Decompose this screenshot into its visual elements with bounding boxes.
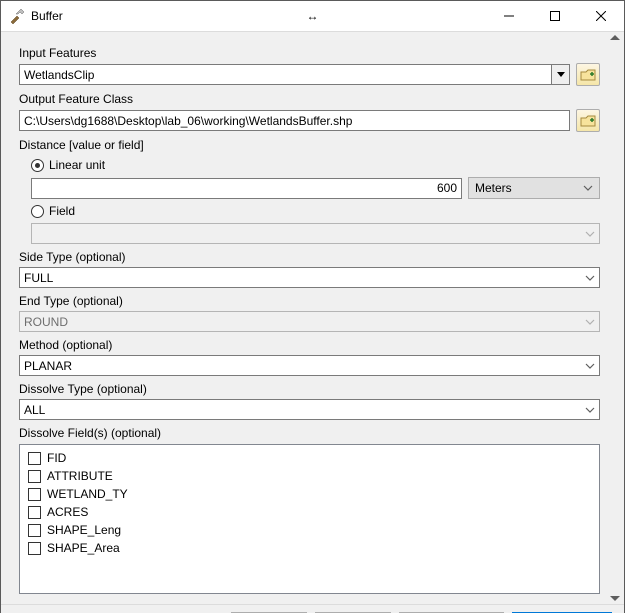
caption-buttons xyxy=(486,1,624,31)
field-row[interactable]: WETLAND_TY xyxy=(28,487,591,501)
input-features-value: WetlandsClip xyxy=(24,68,94,82)
radio-linear-label: Linear unit xyxy=(49,158,105,172)
field-row[interactable]: SHAPE_Leng xyxy=(28,523,591,537)
resize-indicator-icon: ↔ xyxy=(307,9,319,23)
folder-open-plus-icon xyxy=(580,114,596,128)
dissolve-type-value: ALL xyxy=(24,403,45,417)
window-title: Buffer xyxy=(31,9,63,23)
radio-icon xyxy=(31,205,44,218)
field-name: SHAPE_Area xyxy=(47,541,120,555)
end-type-select: ROUND xyxy=(19,311,600,332)
side-type-value: FULL xyxy=(24,271,53,285)
dissolve-fields-list: FID ATTRIBUTE WETLAND_TY ACRES xyxy=(19,444,600,594)
distance-value[interactable] xyxy=(36,179,457,198)
hammer-icon xyxy=(9,8,25,24)
distance-units-select[interactable]: Meters xyxy=(468,177,600,199)
field-combo xyxy=(31,223,600,244)
form: Input Features WetlandsClip xyxy=(1,32,606,604)
side-type-select[interactable]: FULL xyxy=(19,267,600,288)
radio-field[interactable]: Field xyxy=(31,204,600,218)
vertical-scrollbar[interactable] xyxy=(606,32,624,604)
output-path-value[interactable] xyxy=(24,111,565,130)
method-select[interactable]: PLANAR xyxy=(19,355,600,376)
field-name: FID xyxy=(47,451,66,465)
label-end-type: End Type (optional) xyxy=(19,294,600,309)
field-row[interactable]: ACRES xyxy=(28,505,591,519)
field-row[interactable]: FID xyxy=(28,451,591,465)
checkbox-icon[interactable] xyxy=(28,542,41,555)
label-dissolve-type: Dissolve Type (optional) xyxy=(19,382,600,397)
scroll-down-icon[interactable] xyxy=(610,596,620,601)
label-input-features: Input Features xyxy=(19,46,600,61)
chevron-down-icon xyxy=(581,400,599,419)
distance-units-value: Meters xyxy=(475,181,512,195)
field-name: SHAPE_Leng xyxy=(47,523,121,537)
label-dissolve-fields: Dissolve Field(s) (optional) xyxy=(19,426,600,441)
chevron-down-icon xyxy=(551,65,569,84)
close-button[interactable] xyxy=(578,1,624,31)
checkbox-icon[interactable] xyxy=(28,470,41,483)
scroll-area: Input Features WetlandsClip xyxy=(1,32,624,604)
checkbox-icon[interactable] xyxy=(28,452,41,465)
browse-input-button[interactable] xyxy=(576,63,600,86)
maximize-button[interactable] xyxy=(532,1,578,31)
minimize-button[interactable] xyxy=(486,1,532,31)
field-name: ACRES xyxy=(47,505,88,519)
field-row[interactable]: ATTRIBUTE xyxy=(28,469,591,483)
footer: OK Cancel Environments... Show Help >> xyxy=(1,604,624,613)
field-name: WETLAND_TY xyxy=(47,487,128,501)
titlebar: Buffer ↔ xyxy=(1,1,624,31)
label-output: Output Feature Class xyxy=(19,92,600,107)
input-features-combo[interactable]: WetlandsClip xyxy=(19,64,570,85)
end-type-value: ROUND xyxy=(24,315,68,329)
dissolve-type-select[interactable]: ALL xyxy=(19,399,600,420)
distance-value-input[interactable] xyxy=(31,178,462,199)
field-name: ATTRIBUTE xyxy=(47,469,113,483)
checkbox-icon[interactable] xyxy=(28,488,41,501)
client-area: Input Features WetlandsClip xyxy=(1,31,624,613)
method-value: PLANAR xyxy=(24,359,72,373)
checkbox-icon[interactable] xyxy=(28,506,41,519)
field-row[interactable]: SHAPE_Area xyxy=(28,541,591,555)
label-method: Method (optional) xyxy=(19,338,600,353)
browse-output-button[interactable] xyxy=(576,109,600,132)
label-distance: Distance [value or field] xyxy=(19,138,600,153)
buffer-tool-window: Buffer ↔ Input Features WetlandsClip xyxy=(0,0,625,613)
chevron-down-icon xyxy=(581,356,599,375)
chevron-down-icon xyxy=(581,224,599,243)
folder-open-plus-icon xyxy=(580,68,596,82)
radio-icon xyxy=(31,159,44,172)
radio-field-label: Field xyxy=(49,204,75,218)
radio-linear-unit[interactable]: Linear unit xyxy=(31,158,600,172)
chevron-down-icon xyxy=(583,185,593,191)
label-side-type: Side Type (optional) xyxy=(19,250,600,265)
chevron-down-icon xyxy=(581,312,599,331)
output-path-input[interactable] xyxy=(19,110,570,131)
scroll-up-icon[interactable] xyxy=(610,35,620,40)
checkbox-icon[interactable] xyxy=(28,524,41,537)
chevron-down-icon xyxy=(581,268,599,287)
